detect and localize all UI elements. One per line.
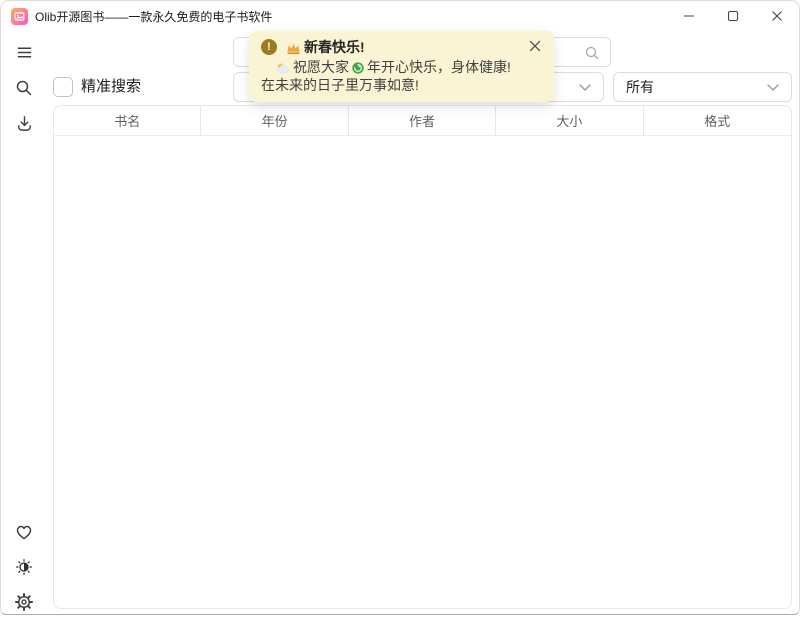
- search-icon: [584, 45, 600, 61]
- search-submit[interactable]: [584, 45, 600, 61]
- format-select-value: 所有: [626, 77, 654, 97]
- column-header-title: 书名: [54, 106, 201, 135]
- app-logo-glyph: [13, 10, 26, 23]
- column-header-year: 年份: [201, 106, 348, 135]
- chevron-down-icon: [579, 84, 591, 91]
- gear-icon: [15, 593, 33, 611]
- search-icon: [15, 79, 33, 97]
- sidebar-download-button[interactable]: [13, 112, 35, 134]
- close-icon: [771, 10, 783, 22]
- toast-line1-text2: 年开心快乐，身体健康!: [367, 58, 511, 76]
- sidebar-theme-toggle-button[interactable]: [13, 556, 35, 578]
- table-body-empty: [54, 136, 791, 609]
- cloud-emoji-icon: [276, 62, 291, 74]
- heart-icon: [15, 523, 33, 541]
- precise-search-checkbox[interactable]: [53, 77, 73, 97]
- toast-title: 新春快乐!: [304, 38, 365, 56]
- chevron-down-icon: [767, 84, 779, 91]
- window-title: Olib开源图书——一款永久免费的电子书软件: [35, 8, 272, 25]
- sidebar-menu-button[interactable]: [13, 41, 35, 63]
- brightness-icon: [15, 558, 33, 576]
- crown-emoji-icon: [286, 42, 301, 55]
- table-header-row: 书名 年份 作者 大小 格式: [54, 106, 791, 136]
- toast-title-row: 新春快乐!: [286, 38, 365, 56]
- column-header-size: 大小: [496, 106, 643, 135]
- menu-icon: [16, 44, 33, 61]
- toast-message-line1: 祝愿大家 年开心快乐，身体健康!: [261, 58, 542, 76]
- maximize-icon: [727, 10, 739, 22]
- app-window: Olib开源图书——一款永久免费的电子书软件: [0, 0, 800, 615]
- window-controls: [667, 1, 799, 31]
- sidebar-search-button[interactable]: [13, 77, 35, 99]
- warning-icon: !: [261, 39, 277, 55]
- close-icon: [529, 40, 541, 52]
- dragon-emoji-icon: [351, 61, 365, 75]
- column-header-author: 作者: [349, 106, 496, 135]
- precise-search-label: 精准搜索: [81, 77, 141, 97]
- minimize-icon: [683, 10, 695, 22]
- close-button[interactable]: [755, 1, 799, 31]
- minimize-button[interactable]: [667, 1, 711, 31]
- column-header-format: 格式: [644, 106, 791, 135]
- format-select[interactable]: 所有: [613, 72, 792, 102]
- maximize-button[interactable]: [711, 1, 755, 31]
- toast-line1-text1: 祝愿大家: [293, 58, 349, 76]
- toast-message: 祝愿大家 年开心快乐，身体健康! 在未来的日子里万事如意!: [261, 58, 542, 94]
- toast-message-line2: 在未来的日子里万事如意!: [261, 76, 542, 94]
- new-year-toast: ! 新春快乐! 祝愿: [249, 31, 554, 102]
- toast-close-button[interactable]: [528, 39, 542, 53]
- main-area: 精准搜索 所有 书名 年份 作者 大小 格式 !: [1, 31, 799, 615]
- book-table: 书名 年份 作者 大小 格式: [53, 105, 792, 609]
- app-icon: [11, 8, 28, 25]
- sidebar-settings-button[interactable]: [13, 591, 35, 613]
- titlebar: Olib开源图书——一款永久免费的电子书软件: [1, 1, 799, 31]
- sidebar-favorites-button[interactable]: [13, 521, 35, 543]
- download-icon: [16, 115, 33, 132]
